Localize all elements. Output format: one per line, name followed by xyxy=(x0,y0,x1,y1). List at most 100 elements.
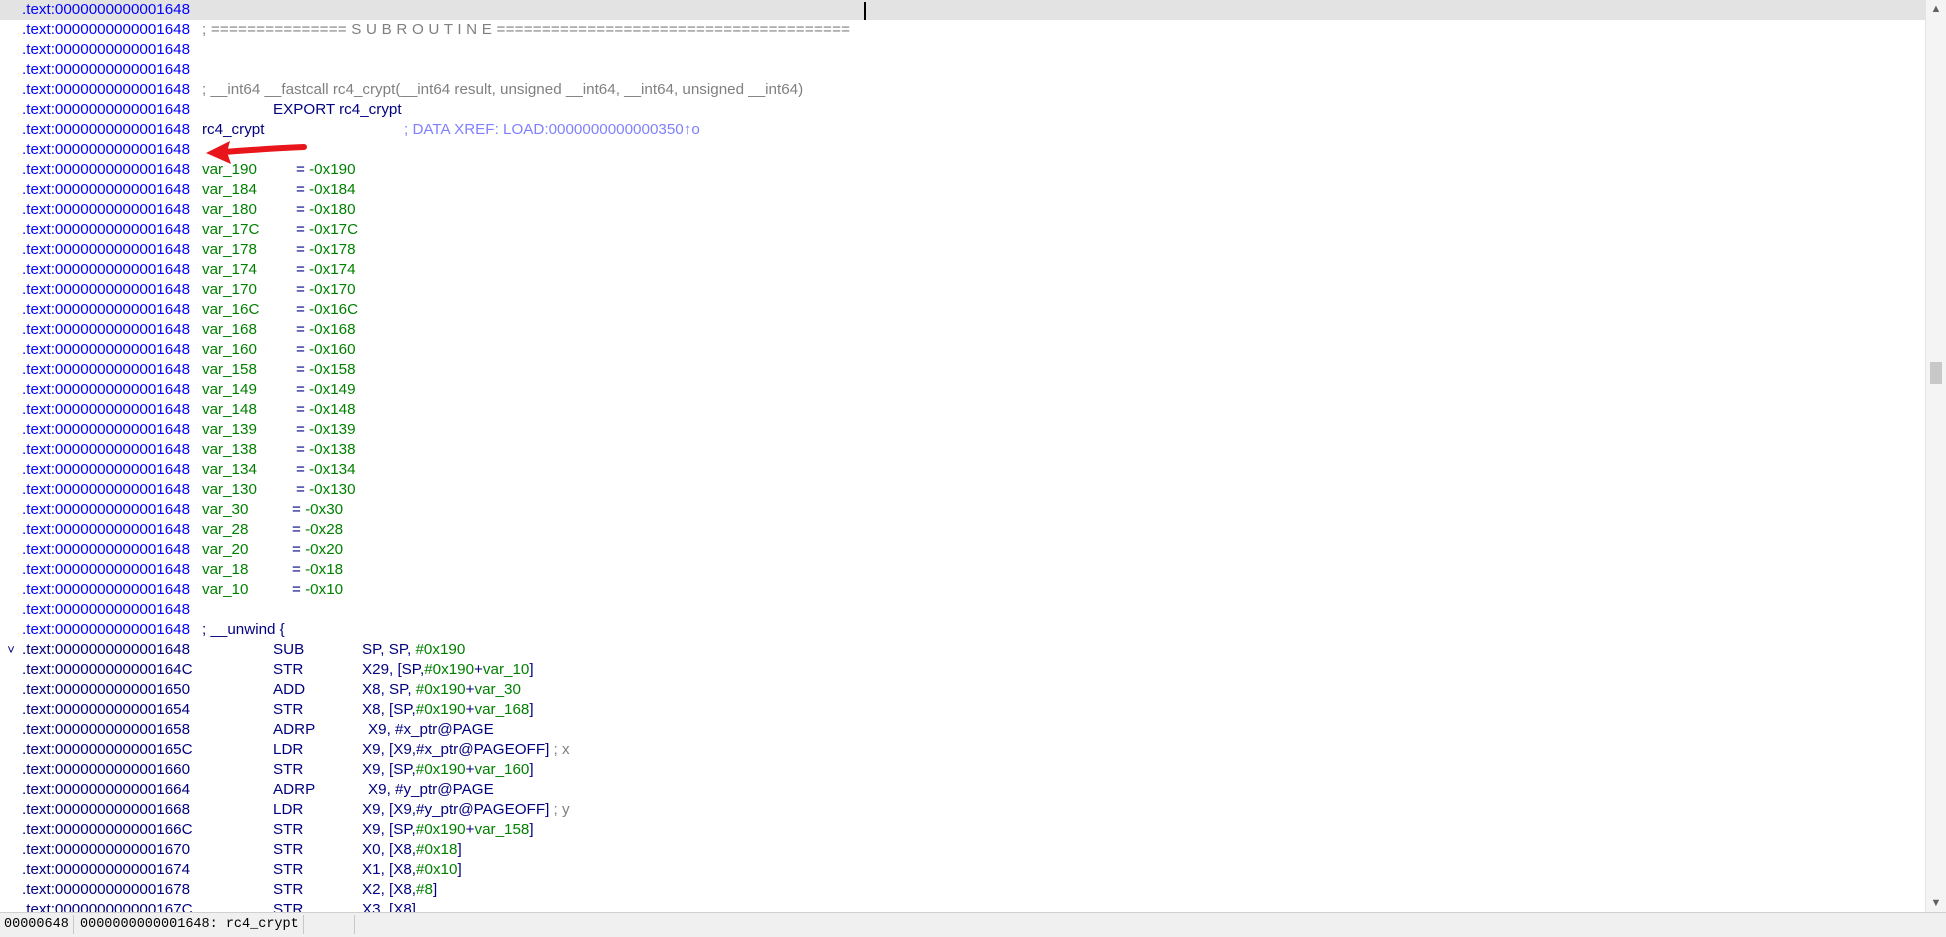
row-address[interactable]: .text:0000000000001648 xyxy=(22,540,190,560)
stack-variable-name[interactable]: var_148 xyxy=(202,400,257,420)
instruction-operands[interactable]: X2, [X8,#8] xyxy=(362,880,437,900)
row-address[interactable]: .text:0000000000001648 xyxy=(22,300,190,320)
listing-row[interactable]: .text:0000000000001648 var_158 = -0x158 xyxy=(0,360,1926,380)
listing-row[interactable]: .text:0000000000001648 var_17C = -0x17C xyxy=(0,220,1926,240)
vertical-scrollbar[interactable]: ▲ ▼ xyxy=(1925,0,1946,912)
listing-row[interactable]: .text:0000000000001648 var_180 = -0x180 xyxy=(0,200,1926,220)
row-address[interactable]: .text:0000000000001648 xyxy=(22,40,190,60)
listing-row[interactable]: .text:0000000000001648 var_16C = -0x16C xyxy=(0,300,1926,320)
row-address[interactable]: .text:0000000000001648 xyxy=(22,480,190,500)
listing-row[interactable]: .text:0000000000001648 var_139 = -0x139 xyxy=(0,420,1926,440)
row-address[interactable]: .text:0000000000001648 xyxy=(22,220,190,240)
stack-variable-name[interactable]: var_184 xyxy=(202,180,257,200)
row-address[interactable]: .text:0000000000001648 xyxy=(22,180,190,200)
row-address[interactable]: .text:0000000000001648 xyxy=(22,280,190,300)
listing-row[interactable]: .text:000000000000164C STR X29, [SP,#0x190… xyxy=(0,660,1926,680)
stack-variable-offset[interactable]: -0x18 xyxy=(305,561,343,578)
listing-row[interactable]: .text:0000000000001648 var_168 = -0x168 xyxy=(0,320,1926,340)
instruction-mnemonic[interactable]: STR xyxy=(273,820,303,840)
stack-variable-name[interactable]: var_168 xyxy=(202,320,257,340)
listing-row[interactable]: .text:0000000000001664 ADRP X9, #y_ptr@PAG… xyxy=(0,780,1926,800)
row-address[interactable]: .text:0000000000001648 xyxy=(22,340,190,360)
instruction-mnemonic[interactable]: STR xyxy=(273,880,303,900)
row-address[interactable]: .text:0000000000001648 xyxy=(22,400,190,420)
listing-row[interactable]: .text:0000000000001648 var_174 = -0x174 xyxy=(0,260,1926,280)
instruction-mnemonic[interactable]: STR xyxy=(273,700,303,720)
instruction-operands[interactable]: X8, SP, #0x190+var_30 xyxy=(362,680,521,700)
instruction-mnemonic[interactable]: LDR xyxy=(273,800,303,820)
row-address[interactable]: .text:0000000000001648 xyxy=(22,260,190,280)
instruction-operands[interactable]: X9, [SP,#0x190+var_160] xyxy=(362,760,534,780)
stack-variable-name[interactable]: var_134 xyxy=(202,460,257,480)
stack-variable-offset[interactable]: -0x148 xyxy=(309,401,355,418)
instruction-mnemonic[interactable]: ADRP xyxy=(273,720,315,740)
stack-variable-name[interactable]: var_139 xyxy=(202,420,257,440)
stack-variable-offset[interactable]: -0x17C xyxy=(309,221,358,238)
stack-variable-offset[interactable]: -0x178 xyxy=(309,241,355,258)
row-address[interactable]: .text:0000000000001648 xyxy=(22,440,190,460)
stack-variable-name[interactable]: var_160 xyxy=(202,340,257,360)
row-address[interactable]: .text:0000000000001648 xyxy=(22,600,190,620)
row-address[interactable]: .text:000000000000167C xyxy=(22,900,193,912)
instruction-mnemonic[interactable]: STR xyxy=(273,840,303,860)
row-address[interactable]: .text:0000000000001670 xyxy=(22,840,190,860)
stack-variable-offset[interactable]: -0x10 xyxy=(305,581,343,598)
instruction-operands[interactable]: X9, [X9,#x_ptr@PAGEOFF] ; x xyxy=(362,740,570,760)
row-address[interactable]: .text:0000000000001648 xyxy=(22,140,190,160)
listing-row[interactable]: .text:0000000000001648 var_10 = -0x10 xyxy=(0,580,1926,600)
listing-row[interactable]: .text:0000000000001648 var_148 = -0x148 xyxy=(0,400,1926,420)
row-address[interactable]: .text:0000000000001668 xyxy=(22,800,190,820)
stack-variable-offset[interactable]: -0x180 xyxy=(309,201,355,218)
instruction-mnemonic[interactable]: SUB xyxy=(273,640,304,660)
row-address[interactable]: .text:0000000000001658 xyxy=(22,720,190,740)
listing-row[interactable]: .text:000000000000167C STR X3, [X8] xyxy=(0,900,1926,912)
stack-variable-name[interactable]: var_130 xyxy=(202,480,257,500)
listing-row[interactable]: ˅ .text:0000000000001648 SUB SP, SP, #0x190 xyxy=(0,640,1926,660)
row-address[interactable]: .text:0000000000001648 xyxy=(22,160,190,180)
row-address[interactable]: .text:0000000000001648 xyxy=(22,200,190,220)
listing-row[interactable]: .text:0000000000001648 var_170 = -0x170 xyxy=(0,280,1926,300)
listing-row[interactable]: .text:0000000000001648 var_134 = -0x134 xyxy=(0,460,1926,480)
data-xref-comment[interactable]: ; DATA XREF: LOAD:0000000000000350↑o xyxy=(404,120,700,140)
listing-row[interactable]: .text:0000000000001648 var_178 = -0x178 xyxy=(0,240,1926,260)
stack-variable-name[interactable]: var_16C xyxy=(202,300,259,320)
row-address[interactable]: .text:0000000000001664 xyxy=(22,780,190,800)
stack-variable-name[interactable]: var_10 xyxy=(202,580,248,600)
stack-variable-name[interactable]: var_158 xyxy=(202,360,257,380)
instruction-operands[interactable]: X0, [X8,#0x18] xyxy=(362,840,462,860)
row-address[interactable]: .text:0000000000001648 xyxy=(22,60,190,80)
listing-row[interactable]: .text:0000000000001668 LDR X9, [X9,#y_ptr@… xyxy=(0,800,1926,820)
stack-variable-offset[interactable]: -0x139 xyxy=(309,421,355,438)
listing-row[interactable]: .text:0000000000001648 var_138 = -0x138 xyxy=(0,440,1926,460)
scroll-up-icon[interactable]: ▲ xyxy=(1926,0,1946,18)
instruction-operands[interactable]: X29, [SP,#0x190+var_10] xyxy=(362,660,534,680)
stack-variable-name[interactable]: var_30 xyxy=(202,500,248,520)
row-address[interactable]: .text:0000000000001648 xyxy=(22,20,190,40)
scroll-thumb[interactable] xyxy=(1930,362,1942,384)
listing-row[interactable]: .text:0000000000001648 var_184 = -0x184 xyxy=(0,180,1926,200)
instruction-operands[interactable]: X9, [SP,#0x190+var_158] xyxy=(362,820,534,840)
instruction-mnemonic[interactable]: STR xyxy=(273,860,303,880)
stack-variable-offset[interactable]: -0x184 xyxy=(309,181,355,198)
stack-variable-offset[interactable]: -0x190 xyxy=(309,161,355,178)
stack-variable-name[interactable]: var_138 xyxy=(202,440,257,460)
listing-row[interactable]: .text:0000000000001648 var_20 = -0x20 xyxy=(0,540,1926,560)
row-address[interactable]: .text:0000000000001648 xyxy=(22,460,190,480)
listing-row[interactable]: .text:0000000000001648 xyxy=(0,40,1926,60)
listing-row[interactable]: .text:0000000000001648 var_130 = -0x130 xyxy=(0,480,1926,500)
row-address[interactable]: .text:0000000000001650 xyxy=(22,680,190,700)
listing-row[interactable]: .text:0000000000001648 var_160 = -0x160 xyxy=(0,340,1926,360)
row-address[interactable]: .text:000000000000166C xyxy=(22,820,193,840)
scroll-down-icon[interactable]: ▼ xyxy=(1926,894,1946,912)
stack-variable-offset[interactable]: -0x134 xyxy=(309,461,355,478)
stack-variable-name[interactable]: var_28 xyxy=(202,520,248,540)
row-address[interactable]: .text:0000000000001654 xyxy=(22,700,190,720)
stack-variable-offset[interactable]: -0x174 xyxy=(309,261,355,278)
listing-row[interactable]: .text:0000000000001648 xyxy=(0,60,1926,80)
instruction-operands[interactable]: X9, #y_ptr@PAGE xyxy=(368,780,494,800)
row-address[interactable]: .text:0000000000001648 xyxy=(22,620,190,640)
listing-row[interactable]: .text:0000000000001648 var_28 = -0x28 xyxy=(0,520,1926,540)
stack-variable-name[interactable]: var_17C xyxy=(202,220,259,240)
listing-row[interactable]: .text:0000000000001648 ; =============== … xyxy=(0,20,1926,40)
stack-variable-offset[interactable]: -0x138 xyxy=(309,441,355,458)
